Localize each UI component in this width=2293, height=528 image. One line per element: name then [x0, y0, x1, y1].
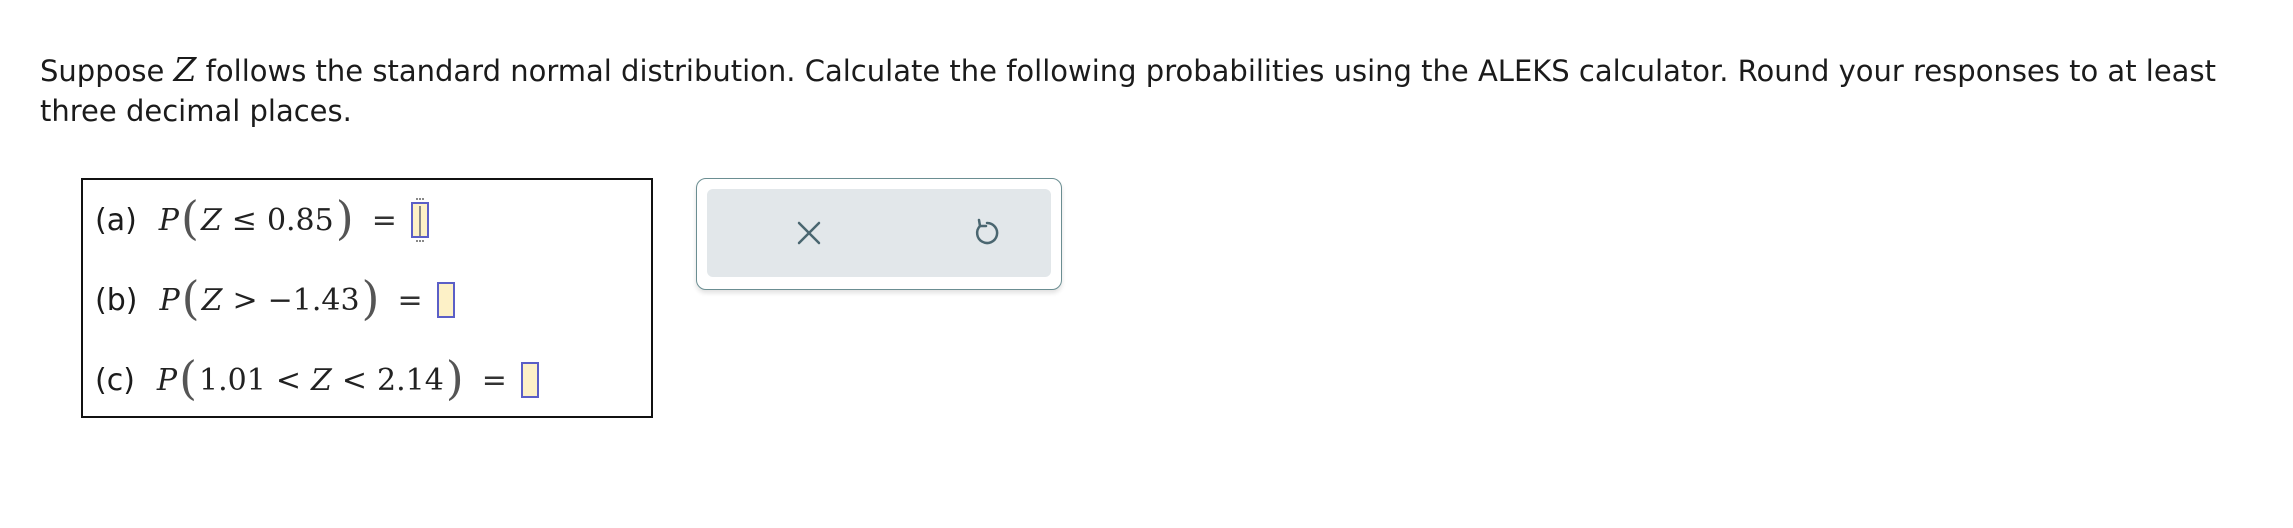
equals-sign: = — [397, 282, 423, 318]
text-caret — [418, 206, 421, 236]
tool-bar — [707, 189, 1051, 277]
term: Z — [200, 202, 222, 238]
prob-symbol: P — [156, 362, 178, 398]
operator: < — [275, 362, 301, 398]
question-a-expression: P ( Z ≤ 0.85 ) — [158, 191, 356, 245]
right-paren: ) — [445, 351, 464, 405]
term: 2.14 — [376, 362, 444, 398]
term: Z — [201, 282, 223, 318]
question-b-expression: P ( Z > −1.43 ) — [159, 271, 381, 325]
answer-input-c[interactable] — [520, 362, 539, 398]
answer-tools-panel — [696, 178, 1062, 290]
operator: > — [232, 282, 258, 318]
term: 0.85 — [266, 202, 334, 238]
questions-box: (a) P ( Z ≤ 0.85 ) = (b) P ( Z > −1.43 )… — [81, 178, 653, 418]
close-icon — [797, 221, 821, 245]
clear-button[interactable] — [785, 209, 833, 257]
term: 1.01 — [199, 362, 266, 398]
left-paren: ( — [179, 351, 198, 405]
left-paren: ( — [180, 191, 199, 245]
question-a: (a) P ( Z ≤ 0.85 ) = — [95, 190, 429, 250]
prompt-variable: Z — [173, 50, 197, 89]
equals-sign: = — [371, 202, 397, 238]
answer-input-b[interactable] — [436, 282, 455, 318]
right-paren: ) — [335, 191, 354, 245]
answer-input-a[interactable] — [410, 198, 429, 242]
prompt-text-start: Suppose — [40, 54, 174, 88]
term: −1.43 — [267, 282, 360, 318]
question-c: (c) P ( 1.01 < Z < 2.14 ) = — [95, 350, 539, 410]
problem-statement: Suppose Z follows the standard normal di… — [40, 50, 2260, 131]
prob-symbol: P — [159, 282, 180, 318]
prob-symbol: P — [158, 202, 179, 238]
prompt-text-end: follows the standard normal distribution… — [40, 54, 2216, 128]
operator: < — [341, 362, 367, 398]
left-paren: ( — [181, 271, 200, 325]
question-c-label: (c) — [95, 362, 135, 398]
right-paren: ) — [361, 271, 380, 325]
undo-button[interactable] — [963, 209, 1011, 257]
question-b: (b) P ( Z > −1.43 ) = — [95, 270, 455, 330]
term: Z — [310, 362, 332, 398]
operator: ≤ — [231, 202, 257, 238]
undo-icon — [975, 218, 999, 245]
question-a-label: (a) — [95, 202, 137, 238]
equals-sign: = — [481, 362, 507, 398]
question-b-label: (b) — [95, 282, 138, 318]
question-c-expression: P ( 1.01 < Z < 2.14 ) — [156, 351, 466, 405]
